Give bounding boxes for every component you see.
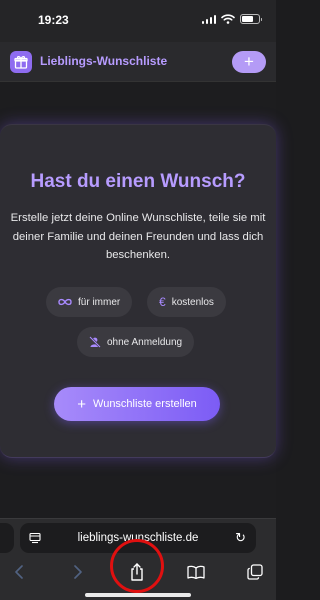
- main-content: Hast du einen Wunsch? Erstelle jetzt dei…: [0, 82, 276, 518]
- bookmarks-icon[interactable]: [183, 559, 209, 585]
- home-indicator: [85, 593, 191, 597]
- share-highlight-ring: [110, 539, 164, 593]
- status-icons: [201, 14, 262, 24]
- add-wishlist-button[interactable]: +: [232, 51, 266, 73]
- gift-logo-icon[interactable]: [10, 51, 32, 73]
- tabs-icon[interactable]: [242, 559, 268, 585]
- status-bar: 19:23: [0, 0, 276, 42]
- status-time: 19:23: [38, 13, 69, 27]
- hero-title: Hast du einen Wunsch?: [30, 171, 246, 192]
- reload-icon[interactable]: ↻: [235, 530, 246, 546]
- create-wishlist-button[interactable]: + Wunschliste erstellen: [54, 387, 220, 421]
- previous-tab-preview[interactable]: [0, 523, 14, 553]
- cta-label: Wunschliste erstellen: [93, 398, 197, 410]
- infinity-icon: [58, 298, 72, 306]
- feature-label: kostenlos: [171, 296, 214, 308]
- hero-description: Erstelle jetzt deine Online Wunschliste,…: [10, 212, 266, 261]
- browser-toolbar: lieblings-wunschliste.de ↻: [0, 518, 276, 600]
- feature-label: für immer: [78, 296, 121, 308]
- feature-pill-no-signup: ohne Anmeldung: [77, 327, 195, 357]
- battery-icon: [240, 14, 262, 24]
- feature-label: ohne Anmeldung: [107, 336, 183, 348]
- forward-icon[interactable]: [65, 559, 91, 585]
- signal-icon: [201, 14, 216, 24]
- back-icon[interactable]: [6, 559, 32, 585]
- feature-pill-forever: für immer: [46, 287, 133, 317]
- feature-pill-free: € kostenlos: [147, 287, 226, 317]
- user-slash-icon: [89, 336, 101, 348]
- app-title[interactable]: Lieblings-Wunschliste: [40, 54, 167, 68]
- hero-card: Hast du einen Wunsch? Erstelle jetzt dei…: [0, 124, 276, 458]
- plus-icon: +: [77, 395, 87, 413]
- wifi-icon: [221, 14, 235, 24]
- euro-icon: €: [159, 295, 166, 309]
- app-header: Lieblings-Wunschliste +: [0, 42, 276, 82]
